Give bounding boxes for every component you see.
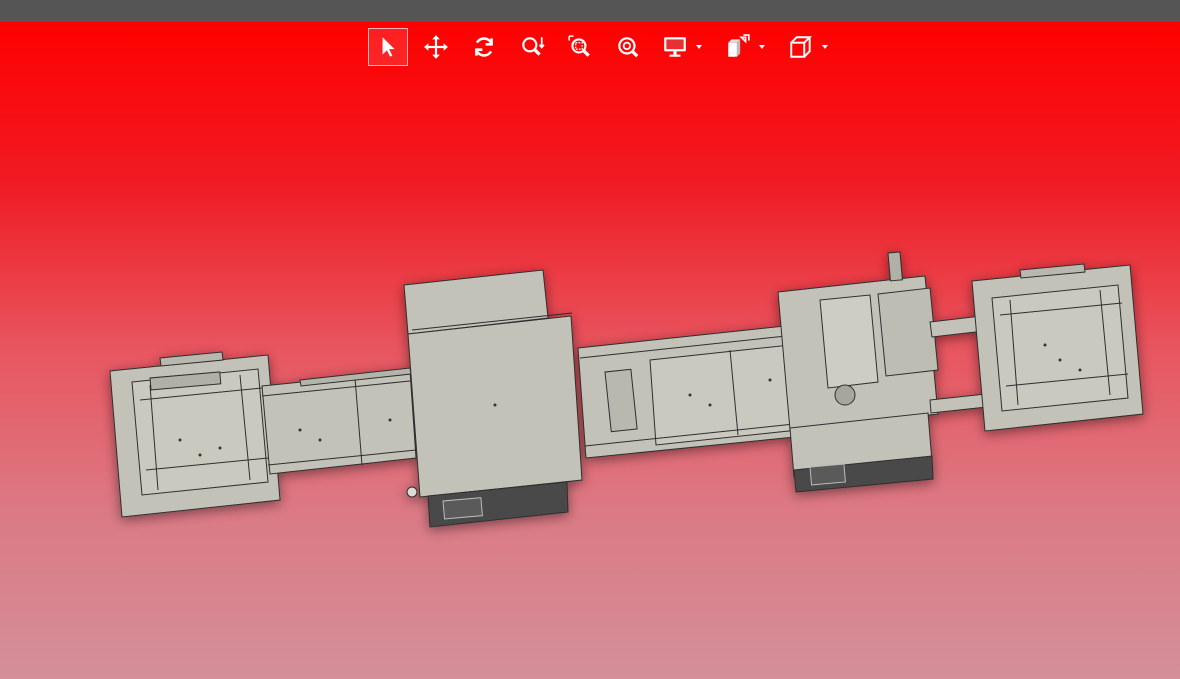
explode-icon [728, 34, 750, 57]
zoom-icon [522, 37, 545, 56]
cursor-icon [382, 37, 395, 57]
view-cube-dropdown[interactable] [782, 28, 832, 66]
zoom-tool-button[interactable] [512, 28, 552, 66]
chevron-down-icon [696, 45, 702, 49]
monitor-icon [664, 37, 686, 57]
left-main-module [403, 269, 583, 528]
explode-view-dropdown[interactable] [719, 28, 769, 66]
select-tool-button[interactable] [368, 28, 408, 66]
right-main-module [777, 251, 939, 493]
rotate-tool-button[interactable] [464, 28, 504, 66]
3d-viewport[interactable] [0, 22, 1180, 679]
pan-tool-button[interactable] [416, 28, 456, 66]
zoom-window-tool-button[interactable] [560, 28, 600, 66]
cad-assembly-model[interactable] [0, 22, 1180, 679]
zoom-fit-tool-button[interactable] [608, 28, 648, 66]
cube-icon [790, 36, 813, 58]
chevron-down-icon [759, 45, 765, 49]
window-title-bar [0, 0, 1180, 22]
left-loader-module [109, 351, 281, 518]
left-conveyor [261, 367, 417, 475]
right-loader-module [971, 263, 1144, 432]
pan-icon [424, 35, 448, 59]
display-mode-dropdown[interactable] [656, 28, 706, 66]
center-conveyor [577, 325, 799, 459]
viewer-toolbar [368, 27, 845, 67]
zoom-fit-icon [618, 37, 639, 58]
chevron-down-icon [822, 45, 828, 49]
zoom-window-icon [568, 35, 590, 57]
rotate-icon [475, 37, 493, 57]
